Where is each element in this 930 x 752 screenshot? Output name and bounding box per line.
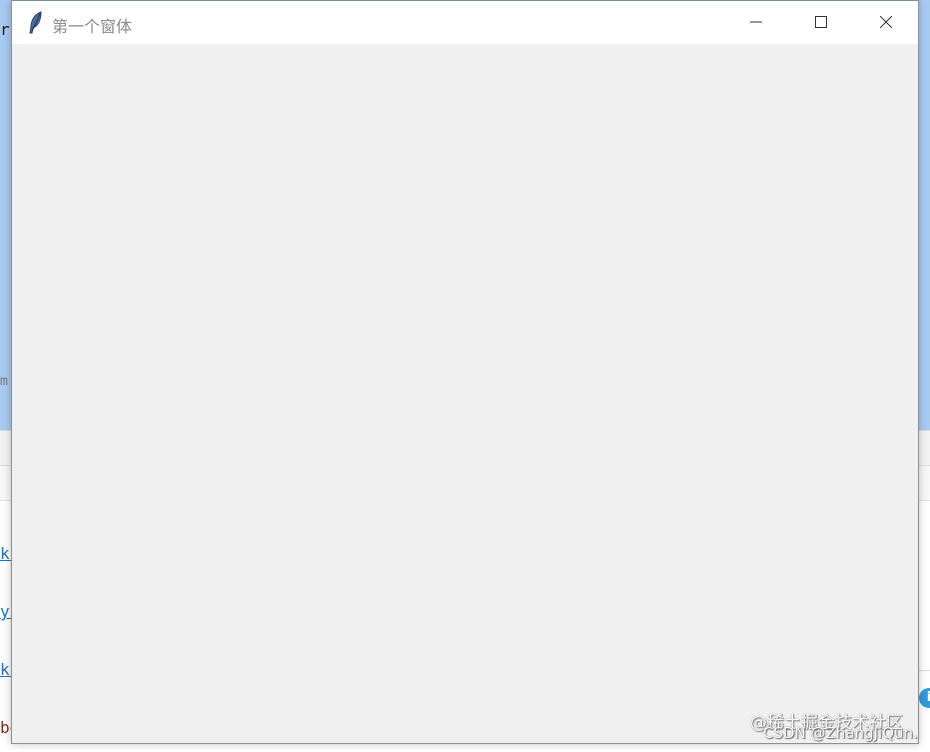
background-text-fragment: m: [0, 374, 8, 389]
maximize-icon: [815, 16, 827, 28]
app-window: 第一个窗体: [11, 0, 919, 744]
feather-icon: [27, 11, 45, 35]
background-divider: [919, 670, 930, 671]
close-icon: [880, 16, 892, 28]
minimize-button[interactable]: [724, 1, 788, 44]
minimize-icon: [750, 21, 762, 23]
window-client-area[interactable]: [12, 44, 918, 743]
window-title: 第一个窗体: [52, 17, 133, 36]
background-link-fragment[interactable]: k:: [0, 544, 11, 563]
background-link-fragment[interactable]: y': [0, 602, 11, 621]
maximize-button[interactable]: [789, 1, 853, 44]
info-icon[interactable]: i: [919, 688, 930, 708]
title-bar[interactable]: 第一个窗体: [12, 1, 918, 44]
close-button[interactable]: [854, 1, 918, 44]
background-link-fragment[interactable]: k:: [0, 660, 11, 679]
background-text-fragment: r: [0, 20, 10, 39]
watermark: CSDN @ZhangJiQun.: [763, 724, 918, 742]
background-text-fragment: bo: [0, 718, 11, 737]
